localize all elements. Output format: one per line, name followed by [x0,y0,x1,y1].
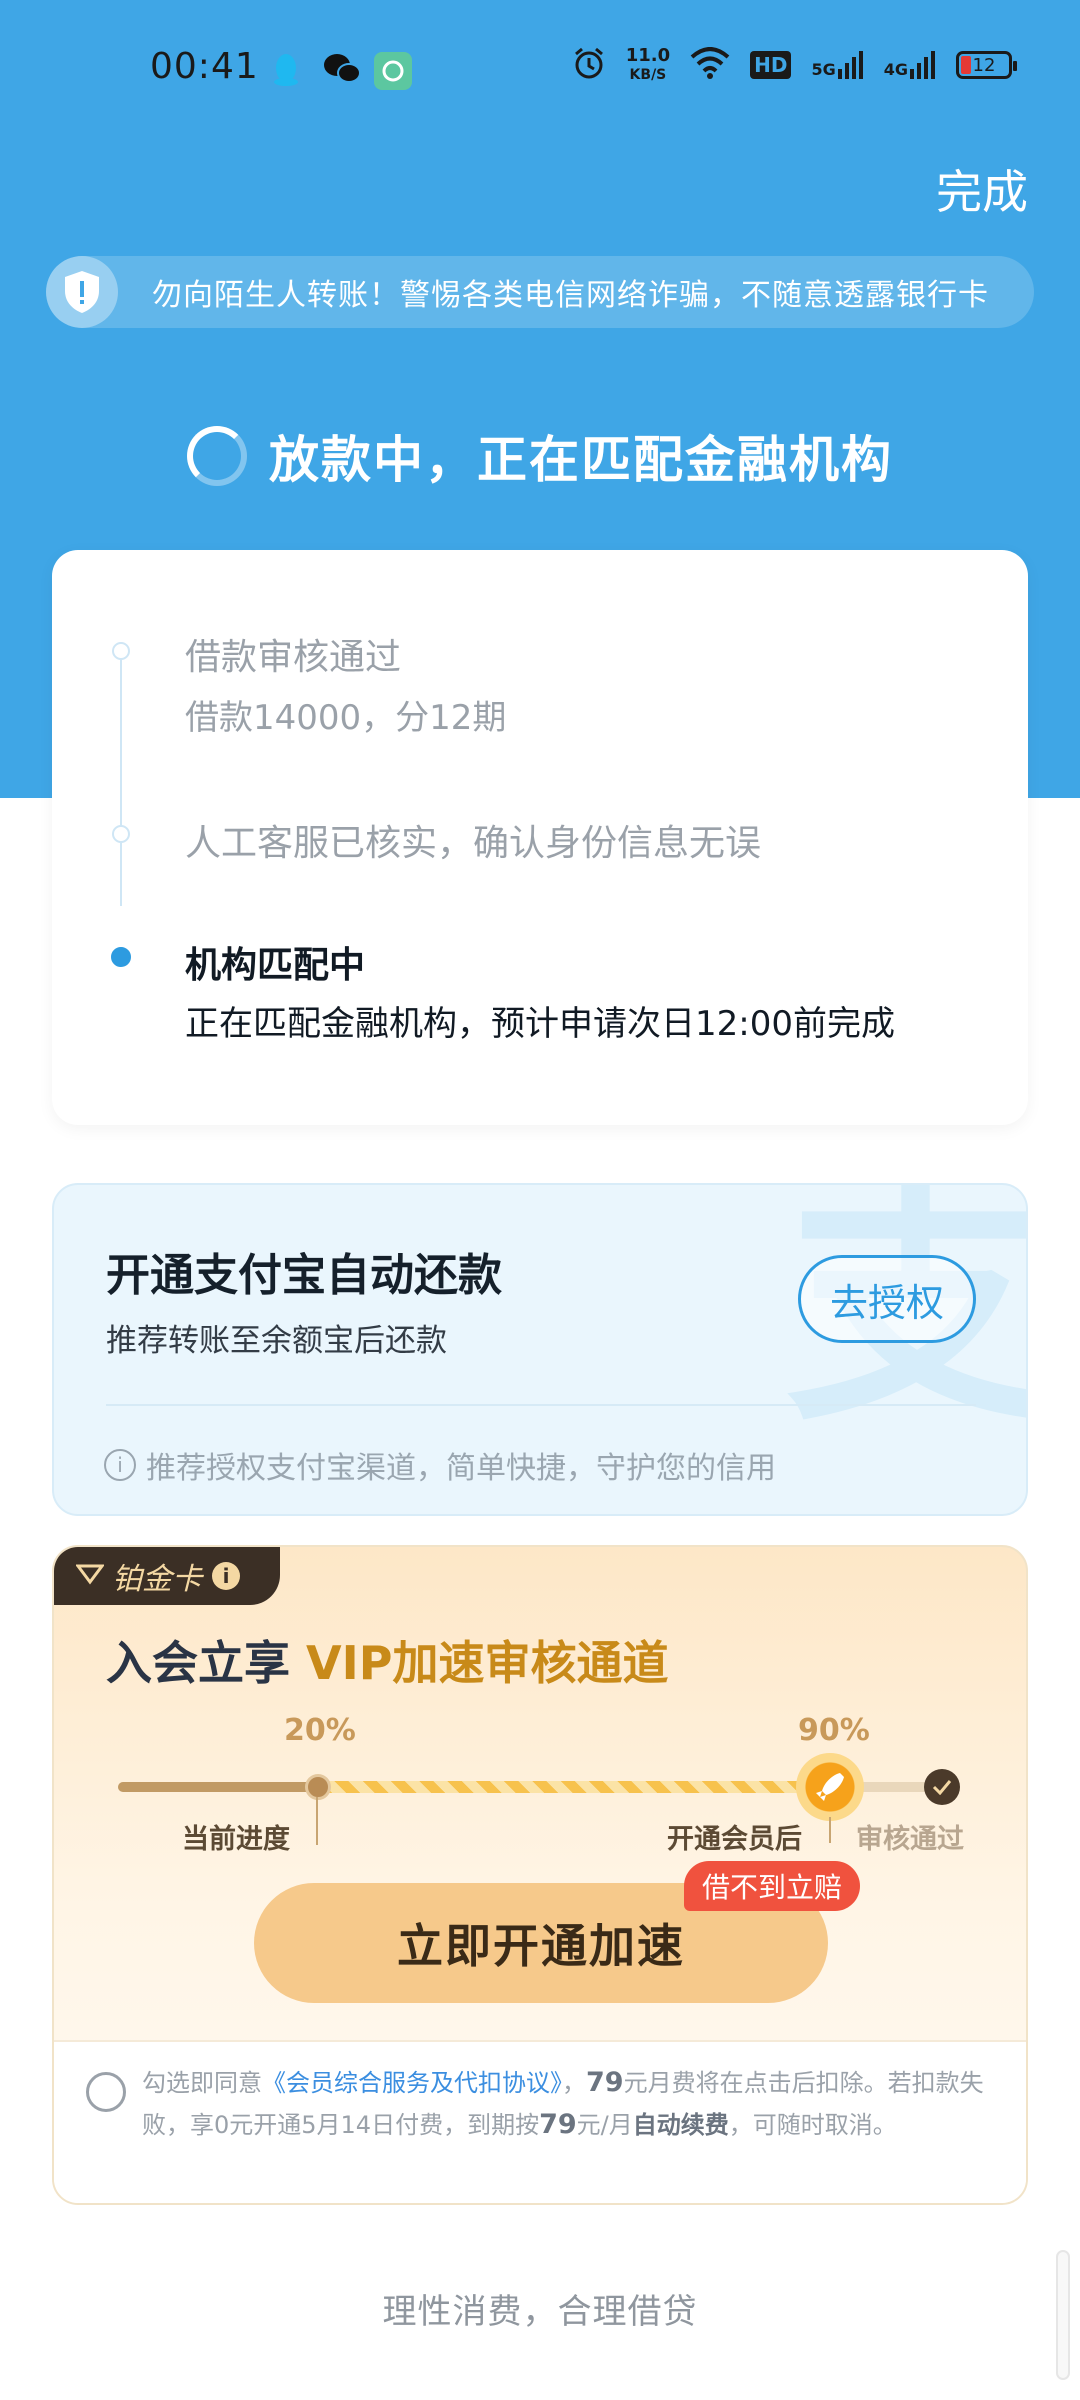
check-icon [924,1769,960,1805]
auto-renew-label: 自动续费 [632,2111,729,2139]
loan-status-header: 放款中，正在匹配金融机构 [0,420,1080,492]
agreement-middle-2: 元/月 [576,2111,633,2139]
wifi-icon [690,47,730,83]
agreement-sep: ， [562,2069,586,2097]
step-title: 人工客服已核实，确认身份信息无误 [185,823,762,864]
agreement-checkbox[interactable] [86,2072,126,2112]
alipay-tip-text: 推荐授权支付宝渠道，简单快捷，守护您的信用 [146,1451,776,1486]
scrollbar[interactable] [1056,2250,1070,2380]
alipay-tip: i 推荐授权支付宝渠道，简单快捷，守护您的信用 [104,1443,776,1487]
after-percent: 90% [798,1713,870,1748]
done-button[interactable]: 完成 [936,156,1028,222]
timeline-dot-active [111,947,131,967]
timeline-dot [112,642,130,660]
loan-status-title: 放款中，正在匹配金融机构 [269,431,893,489]
net-speed-unit: KB/S [629,66,667,83]
fraud-warning-text: 勿向陌生人转账！警惕各类电信网络诈骗，不随意透露银行卡 [152,278,989,313]
alipay-title: 开通支付宝自动还款 [106,1250,502,1301]
sim1-label: 5G [811,60,836,79]
review-passed-label: 审核通过 [856,1824,964,1855]
timeline-dot [112,825,130,843]
vip-title-highlight: VIP加速审核通道 [306,1636,669,1690]
rocket-icon [796,1753,864,1821]
battery-level: 12 [972,54,996,76]
vip-accelerate-card: 铂金卡 i 入会立享 VIP加速审核通道 20% 90% 当前进度 开通会员后 … [52,1545,1028,2205]
info-icon: i [104,1449,136,1481]
platinum-card-label: 铂金卡 [112,1562,202,1597]
alipay-autopay-card: 支 开通支付宝自动还款 推荐转账至余额宝后还款 去授权 i 推荐授权支付宝渠道，… [52,1183,1028,1516]
wechat-notification-icon [322,52,362,90]
divider [106,1404,976,1406]
hd-icon: HD [750,51,792,79]
alarm-icon [572,46,606,84]
agreement-suffix: ，可随时取消。 [728,2111,897,2139]
after-membership-label: 开通会员后 [667,1824,802,1855]
net-speed: 11.0 KB/S [625,44,671,84]
loan-progress-card: 借款审核通过 借款14000，分12期 人工客服已核实，确认身份信息无误 机构匹… [52,550,1028,1125]
battery-icon: 12 [956,51,1017,79]
net-speed-value: 11.0 [625,44,671,66]
compensation-badge: 借不到立赔 [684,1861,861,1911]
step-title-current: 机构匹配中 [185,945,366,986]
agreement-prefix: 勾选即同意 [142,2069,262,2097]
agreement-section: 勾选即同意《会员综合服务及代扣协议》，79元月费将在点击后扣除。若扣款失败，享0… [54,2040,1026,2203]
tick-marker [316,1797,318,1845]
sim2-label: 4G [883,60,908,79]
timeline-line [120,652,122,906]
progress-accelerated-segment [318,1781,830,1793]
vip-title: 入会立享 VIP加速审核通道 [106,1627,668,1693]
footer-slogan: 理性消费，合理借贷 [382,2292,698,2332]
current-percent: 20% [284,1713,356,1748]
fraud-warning-banner: 勿向陌生人转账！警惕各类电信网络诈骗，不随意透露银行卡 [46,256,1034,328]
step-subtitle: 借款14000，分12期 [185,698,507,738]
monthly-fee: 79 [586,2067,624,2098]
vip-title-prefix: 入会立享 [106,1636,307,1690]
info-icon[interactable]: i [212,1562,240,1590]
step-title: 借款审核通过 [185,637,402,678]
alipay-subtitle: 推荐转账至余额宝后还款 [106,1323,447,1359]
status-time: 00:41 [150,46,259,87]
progress-current-segment [118,1782,318,1792]
agreement-link[interactable]: 《会员综合服务及代扣协议》 [262,2069,562,2097]
qq-notification-icon [272,52,300,92]
loading-spinner-icon [187,426,247,486]
authorize-button[interactable]: 去授权 [798,1255,976,1343]
current-progress-label: 当前进度 [182,1824,290,1855]
status-bar: 00:41 11.0 KB/S HD 5G 4G 12 [0,0,1080,140]
signal-4g-icon: 4G [884,51,936,79]
tick-marker [829,1817,831,1843]
app-notification-icon [374,52,412,94]
diamond-heart-icon [75,1559,105,1594]
step-subtitle-current: 正在匹配金融机构，预计申请次日12:00前完成 [185,1004,895,1044]
platinum-card-tag: 铂金卡 i [54,1547,280,1605]
renew-fee: 79 [539,2109,577,2140]
status-icons: 11.0 KB/S HD 5G 4G 12 [572,44,1017,84]
shield-icon [46,256,118,328]
agreement-text: 勾选即同意《会员综合服务及代扣协议》，79元月费将在点击后扣除。若扣款失败，享0… [142,2062,1002,2146]
progress-current-knob [305,1774,331,1800]
signal-5g-icon: 5G [811,51,863,79]
